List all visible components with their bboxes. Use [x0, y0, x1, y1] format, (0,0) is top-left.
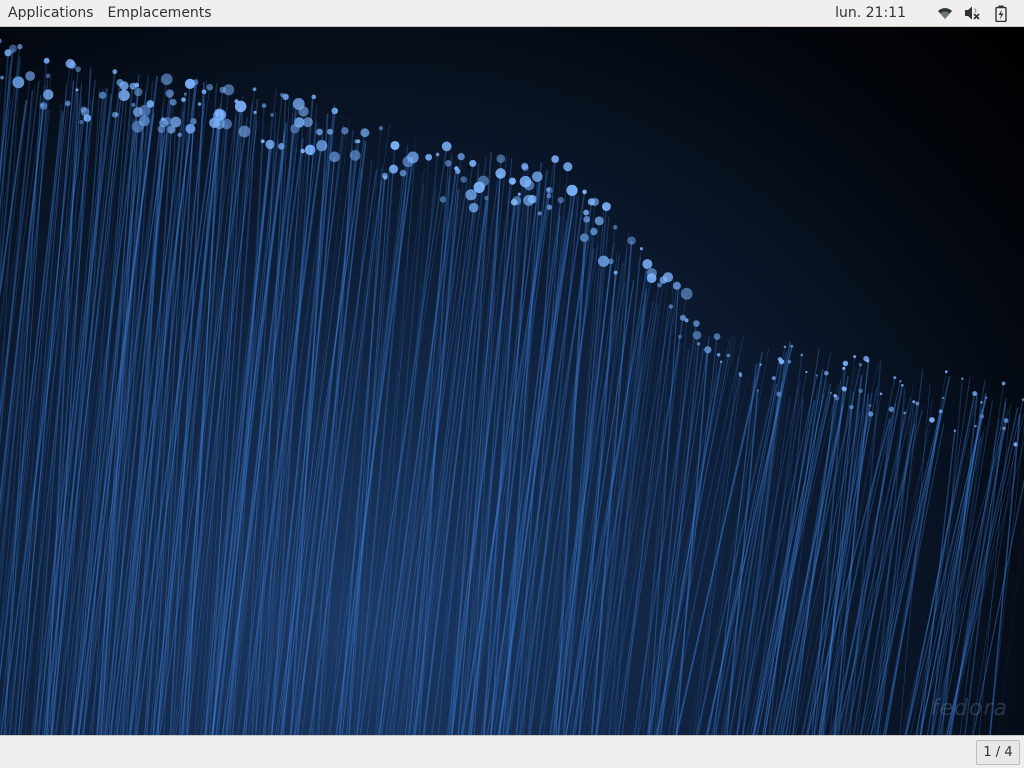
workspace-indicator-button[interactable]: 1 / 4: [976, 740, 1020, 765]
system-tray[interactable]: [926, 4, 1024, 22]
volume-muted-icon[interactable]: [964, 4, 982, 22]
fiber-optic-wallpaper: [0, 38, 1024, 735]
applications-menu[interactable]: Applications: [0, 0, 105, 27]
places-menu[interactable]: Emplacements: [105, 0, 223, 27]
bottom-panel: 1 / 4: [0, 735, 1024, 768]
desktop-wallpaper[interactable]: fedora: [0, 27, 1024, 735]
clock[interactable]: lun. 21:11: [815, 0, 926, 27]
wifi-icon[interactable]: [936, 4, 954, 22]
top-panel: Applications Emplacements lun. 21:11: [0, 0, 1024, 27]
battery-charging-icon[interactable]: [992, 4, 1010, 22]
fedora-watermark: fedora: [930, 696, 1008, 721]
